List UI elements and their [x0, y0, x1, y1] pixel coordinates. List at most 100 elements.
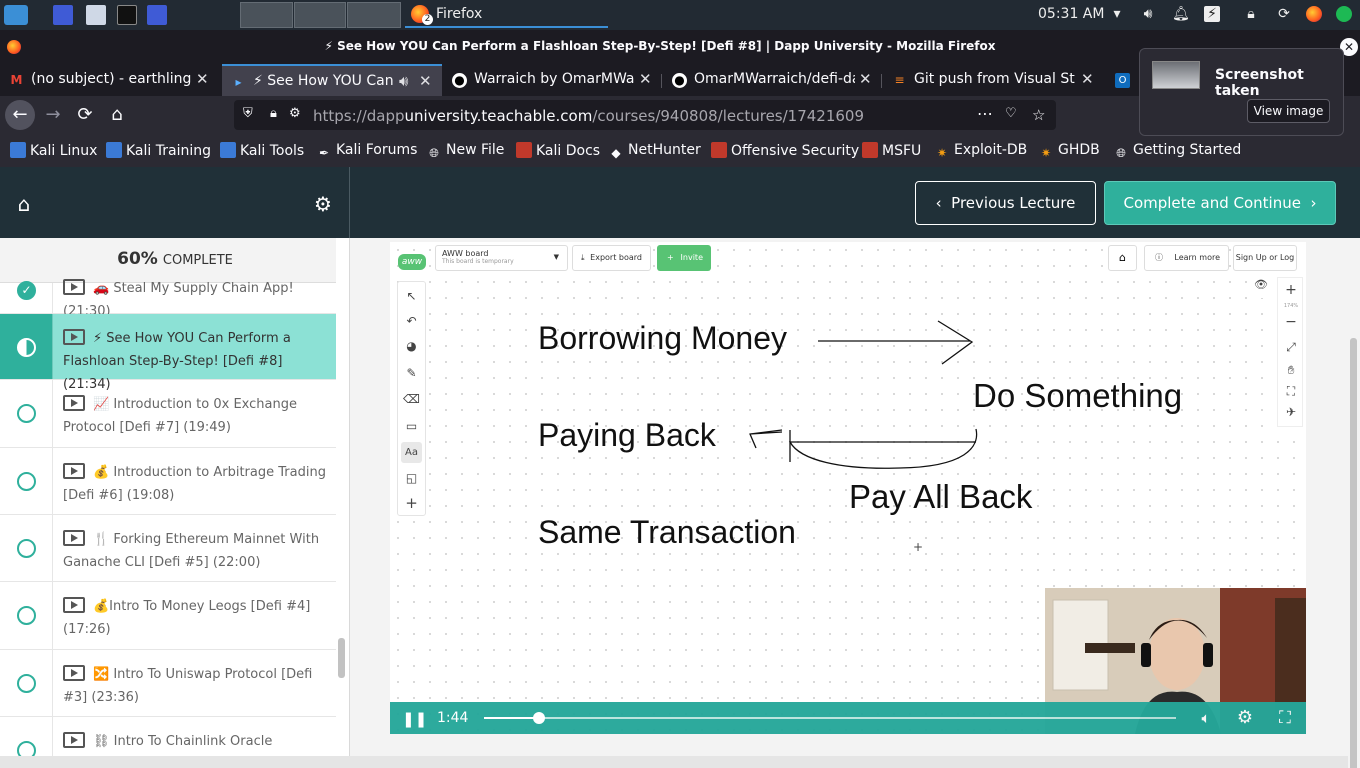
gmail-icon: M	[10, 73, 23, 87]
video-player[interactable]: aww AWW board This board is temporary ▼ …	[390, 242, 1306, 734]
bookmark-star-icon[interactable]: ☆	[1032, 106, 1045, 124]
bookmark-ghdb[interactable]: ✷ GHDB	[1038, 142, 1100, 161]
tab-close-icon[interactable]: ✕	[196, 70, 209, 88]
view-image-button[interactable]: View image	[1247, 99, 1330, 123]
home-button[interactable]: ⌂	[102, 100, 132, 130]
taskbar-firefox-window[interactable]: 2 Firefox	[405, 2, 608, 28]
tab-close-icon[interactable]: ✕	[639, 70, 652, 88]
pause-icon[interactable]: ❚❚	[402, 710, 427, 728]
lock-icon[interactable]: 🔒︎	[1243, 6, 1259, 22]
tab-github-profile[interactable]: ● Warraich by OmarMWar ✕	[443, 64, 661, 96]
exploit-db-icon: ✷	[936, 146, 948, 160]
video-seek-bar[interactable]	[484, 712, 1176, 724]
msfu-icon	[862, 142, 878, 158]
battery-icon[interactable]: ⚡︎	[1204, 6, 1220, 22]
tab-close-icon[interactable]: ✕	[419, 72, 432, 90]
lock-icon[interactable]: 🔒︎	[270, 106, 277, 121]
complete-and-continue-button[interactable]: Complete and Continue ›	[1104, 181, 1336, 225]
horizontal-scrollbar[interactable]	[0, 756, 1348, 768]
spotify-icon[interactable]	[1336, 6, 1352, 22]
bookmark-kali-docs[interactable]: Kali Docs	[516, 142, 600, 159]
settings-gear-icon[interactable]: ⚙	[311, 192, 335, 216]
lesson-status	[0, 314, 53, 379]
video-icon	[63, 597, 85, 613]
firefox-tray-icon[interactable]	[1306, 6, 1322, 22]
url-text[interactable]: https://dappuniversity.teachable.com/cou…	[313, 107, 864, 125]
page-scroll-thumb[interactable]	[1350, 338, 1357, 768]
page-scrollbar[interactable]	[1348, 238, 1360, 768]
file-manager-icon[interactable]	[86, 5, 106, 25]
lesson-item-current[interactable]: ⚡ See How YOU Can Perform a Flashloan St…	[0, 314, 336, 392]
sidebar-scrollbar[interactable]	[338, 638, 345, 678]
outlook-icon: O	[1115, 73, 1130, 88]
kali-menu-icon[interactable]	[4, 5, 28, 25]
wifi-icon[interactable]: ▾	[1109, 6, 1125, 22]
taskbar-terminal-workspace[interactable]	[294, 2, 346, 28]
lesson-item[interactable]: 🔀 Intro To Uniswap Protocol [Defi #3] (2…	[0, 650, 336, 717]
tab-label: (no subject) - earthling9€	[31, 71, 192, 87]
bookmark-new-file[interactable]: 🌐︎ New File	[426, 142, 504, 161]
clock[interactable]: 05:31 AM	[1038, 6, 1104, 22]
bookmark-nethunter[interactable]: ◆ NetHunter	[608, 142, 700, 161]
page-actions-icon[interactable]: ⋯	[977, 104, 993, 123]
bookmark-msfu[interactable]: MSFU	[862, 142, 921, 159]
bookmark-offensive-security[interactable]: Offensive Security	[711, 142, 859, 159]
home-icon[interactable]: ⌂	[12, 192, 36, 216]
bookmark-label: Kali Forums	[336, 142, 418, 158]
reload-button[interactable]: ⟳	[70, 100, 100, 130]
bookmark-kali-tools[interactable]: Kali Tools	[220, 142, 304, 159]
bookmarks-toolbar: Kali Linux Kali Training Kali Tools ✒ Kal…	[0, 134, 1360, 167]
docs-icon	[516, 142, 532, 158]
address-bar[interactable]: ⛨ 🔒︎ ⚙ https://dappuniversity.teachable.…	[234, 100, 1056, 130]
bookmark-getting-started[interactable]: 🌐︎ Getting Started	[1113, 142, 1241, 161]
taskbar-blue-workspace[interactable]	[347, 2, 401, 28]
previous-lecture-button[interactable]: ‹ Previous Lecture	[915, 181, 1096, 225]
tab-outlook[interactable]: O	[1106, 64, 1136, 96]
bookmark-kali-training[interactable]: Kali Training	[106, 142, 211, 159]
bookmark-label: Kali Docs	[536, 143, 601, 159]
lesson-title: 📈 Introduction to 0x Exchange Protocol […	[63, 395, 297, 435]
lesson-title: 💰 Introduction to Arbitrage Trading [Def…	[63, 463, 326, 503]
volume-icon[interactable]: 🔊︎	[1140, 6, 1156, 22]
refresh-icon[interactable]: ⟳	[1276, 6, 1292, 22]
lesson-status: ✓	[0, 281, 53, 313]
screenshot-thumbnail[interactable]	[1152, 61, 1200, 89]
forward-button[interactable]: →	[38, 100, 68, 130]
tab-github-repo[interactable]: ● OmarMWarraich/defi-da ✕	[663, 64, 881, 96]
settings-gear-icon[interactable]: ⚙	[1235, 708, 1255, 728]
notification-bell-icon[interactable]: 🔔︎	[1172, 6, 1190, 22]
speaker-icon[interactable]: 🔊︎	[399, 72, 408, 90]
tab-close-icon[interactable]: ✕	[1081, 70, 1094, 88]
screen-recorder-icon[interactable]	[147, 5, 167, 25]
lesson-title: 🔀 Intro To Uniswap Protocol [Defi #3] (2…	[63, 665, 313, 705]
shield-icon[interactable]: ⛨	[243, 106, 253, 121]
back-button[interactable]: ←	[5, 100, 35, 130]
bookmark-exploit-db[interactable]: ✷ Exploit-DB	[934, 142, 1027, 161]
permissions-icon[interactable]: ⚙	[289, 106, 301, 121]
incomplete-circle-icon	[17, 606, 36, 625]
ghdb-icon: ✷	[1040, 146, 1052, 160]
workspace-icon[interactable]	[53, 5, 73, 25]
volume-icon[interactable]: 🔈︎	[1196, 708, 1216, 728]
seek-handle[interactable]	[533, 712, 546, 724]
tab-separator	[881, 74, 882, 88]
tab-close-icon[interactable]: ✕	[859, 70, 872, 88]
window-title: ⚡ See How YOU Can Perform a Flashloan St…	[324, 39, 996, 53]
lesson-item[interactable]: 💰 Introduction to Arbitrage Trading [Def…	[0, 448, 336, 515]
video-icon	[63, 530, 85, 546]
lesson-item[interactable]: 🍴 Forking Ethereum Mainnet With Ganache …	[0, 515, 336, 582]
bookmark-kali-linux[interactable]: Kali Linux	[10, 142, 97, 159]
lesson-item[interactable]: 📈 Introduction to 0x Exchange Protocol […	[0, 380, 336, 448]
tab-teachable[interactable]: ▸ ⚡ See How YOU Can 🔊︎ ✕	[222, 64, 442, 96]
terminal-icon[interactable]	[117, 5, 137, 25]
taskbar-firefox-workspace[interactable]	[240, 2, 293, 28]
previous-lecture-label: Previous Lecture	[951, 194, 1076, 212]
kali-icon	[10, 142, 26, 158]
tab-stackoverflow[interactable]: ≡ Git push from Visual Stu ✕	[883, 64, 1103, 96]
pocket-icon[interactable]: ♡	[1005, 106, 1017, 121]
tab-gmail[interactable]: M (no subject) - earthling9€ ✕	[0, 64, 220, 96]
lesson-item[interactable]: 💰Intro To Money Leogs [Defi #4] (17:26)	[0, 582, 336, 650]
lesson-item[interactable]: ✓ 🚗 Steal My Supply Chain App! (21:30)	[0, 279, 336, 319]
bookmark-kali-forums[interactable]: ✒ Kali Forums	[316, 142, 417, 161]
fullscreen-icon[interactable]: ⛶	[1275, 708, 1295, 728]
